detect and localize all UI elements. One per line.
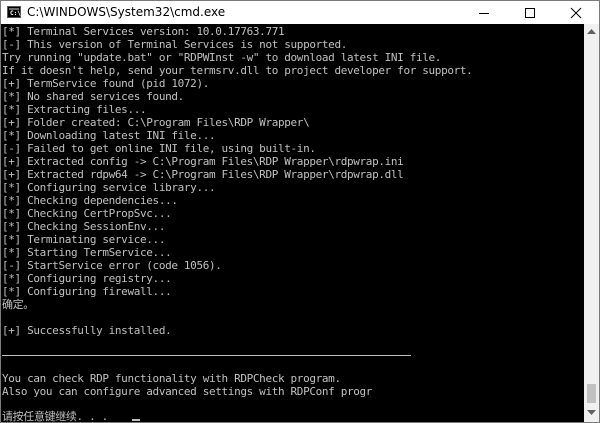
minimize-icon — [479, 13, 489, 14]
maximize-button[interactable] — [507, 1, 553, 24]
console-line: [+] Extracted rdpw64 -> C:\Program Files… — [2, 168, 404, 181]
scroll-up-arrow-icon — [587, 29, 596, 34]
cmd-icon[interactable]: C:\ — [7, 6, 21, 18]
console-line: You can check RDP functionality with RDP… — [2, 372, 341, 385]
console-line: [*] No shared services found. — [2, 90, 184, 103]
scroll-down-arrow-icon — [587, 410, 596, 415]
console-line: 确定。 — [2, 298, 34, 311]
window-title: C:\WINDOWS\System32\cmd.exe — [27, 5, 226, 19]
close-icon — [570, 7, 582, 19]
title-bar[interactable]: C:\ C:\WINDOWS\System32\cmd.exe — [1, 1, 599, 24]
console-line: [+] Folder created: C:\Program Files\RDP… — [2, 116, 310, 129]
console-line: [*] Configuring firewall... — [2, 285, 172, 298]
console-line: Also you can configure advanced settings… — [2, 385, 373, 398]
console-line: [*] Extracting files... — [2, 103, 147, 116]
scroll-up-button[interactable] — [584, 24, 599, 41]
separator-line — [2, 355, 411, 356]
vertical-scrollbar[interactable] — [584, 24, 599, 422]
console-line: [-] This version of Terminal Services is… — [2, 38, 347, 51]
maximize-icon — [525, 8, 535, 18]
console-line: [-] StartService error (code 1056). — [2, 259, 222, 272]
console-line: [-] Failed to get online INI file, using… — [2, 142, 316, 155]
console-line: [*] Configuring registry... — [2, 272, 172, 285]
console-line: Try running "update.bat" or "RDPWInst -w… — [2, 51, 442, 64]
console-line: If it doesn't help, send your termsrv.dl… — [2, 64, 473, 77]
minimize-button[interactable] — [461, 1, 507, 24]
console-line: [+] Extracted config -> C:\Program Files… — [2, 155, 404, 168]
cmd-window: C:\ C:\WINDOWS\System32\cmd.exe [*] Term… — [0, 0, 600, 423]
console-line: [*] Terminal Services version: 10.0.1776… — [2, 25, 285, 38]
console-line: [*] Terminating service... — [2, 233, 166, 246]
scroll-down-button[interactable] — [584, 405, 599, 422]
console-line: [*] Checking CertPropSvc... — [2, 207, 172, 220]
console-output[interactable]: [*] Terminal Services version: 10.0.1776… — [1, 24, 584, 422]
text-cursor — [132, 419, 140, 421]
console-line: [*] Downloading latest INI file... — [2, 129, 216, 142]
scrollbar-thumb[interactable] — [587, 384, 596, 403]
console-line: [*] Starting TermService... — [2, 246, 172, 259]
console-line: [*] Configuring service library... — [2, 181, 216, 194]
close-button[interactable] — [553, 1, 599, 24]
console-line: 请按任意键继续. . . — [2, 410, 108, 422]
console-line: [+] TermService found (pid 1072). — [2, 77, 209, 90]
console-line: [*] Checking dependencies... — [2, 194, 178, 207]
console-line: [*] Checking SessionEnv... — [2, 220, 166, 233]
console-line: [+] Successfully installed. — [2, 324, 172, 337]
